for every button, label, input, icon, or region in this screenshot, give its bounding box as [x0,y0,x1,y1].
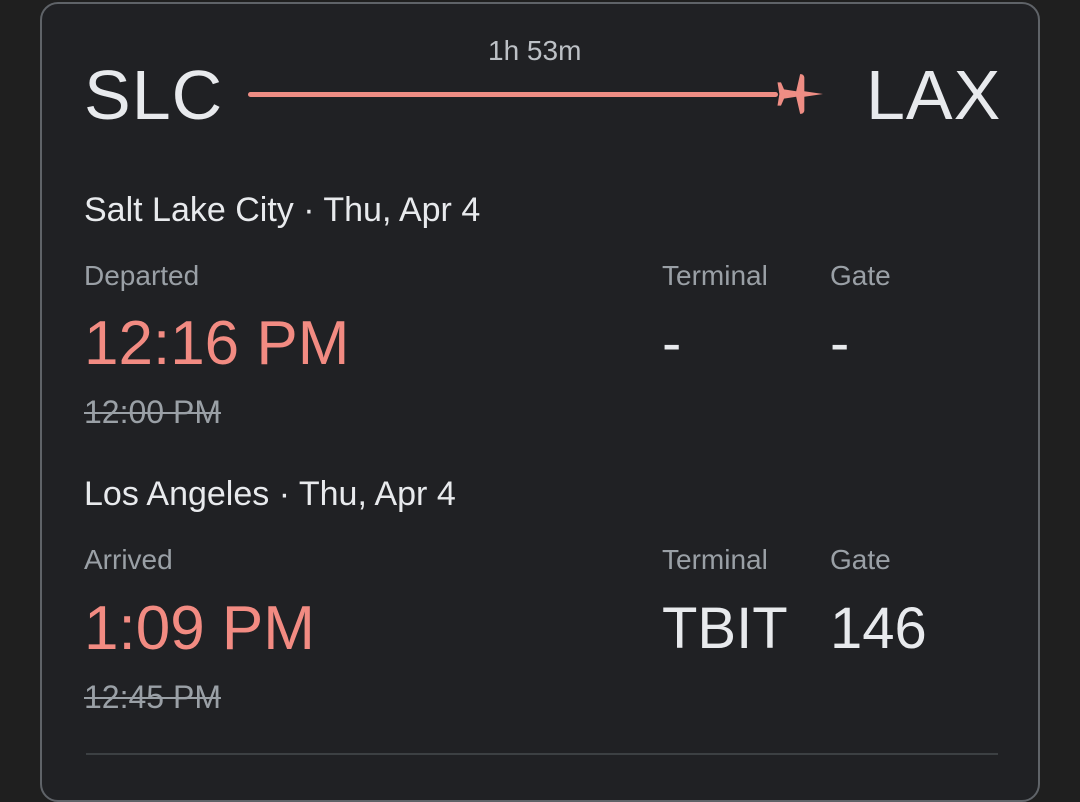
section-divider [86,753,998,755]
airplane-icon [777,74,823,114]
departure-gate-value: - [830,311,850,376]
flight-duration: 1h 53m [488,35,582,66]
arrival-terminal-label: Terminal [662,544,768,575]
arrival-gate-label: Gate [830,544,891,575]
departure-city-date: Salt Lake City · Thu, Apr 4 [84,191,481,229]
arrival-gate-value: 146 [830,596,927,661]
departure-gate-label: Gate [830,260,891,291]
arrival-status-label: Arrived [84,544,173,575]
arrival-terminal-value: TBIT [662,596,788,661]
departure-scheduled-time: 12:00 PM [84,394,221,430]
destination-airport-code: LAX [866,56,1002,134]
flight-status-card: SLC 1h 53m LAX Salt Lake City · Thu, Apr… [40,2,1040,802]
arrival-scheduled-time: 12:45 PM [84,679,221,715]
departure-status-label: Departed [84,260,200,291]
route-line [248,92,778,97]
origin-airport-code: SLC [84,56,224,134]
departure-terminal-value: - [662,311,682,376]
departure-terminal-label: Terminal [662,260,768,291]
departure-actual-time: 12:16 PM [84,309,350,378]
arrival-city-date: Los Angeles · Thu, Apr 4 [84,475,456,513]
arrival-actual-time: 1:09 PM [84,594,315,663]
